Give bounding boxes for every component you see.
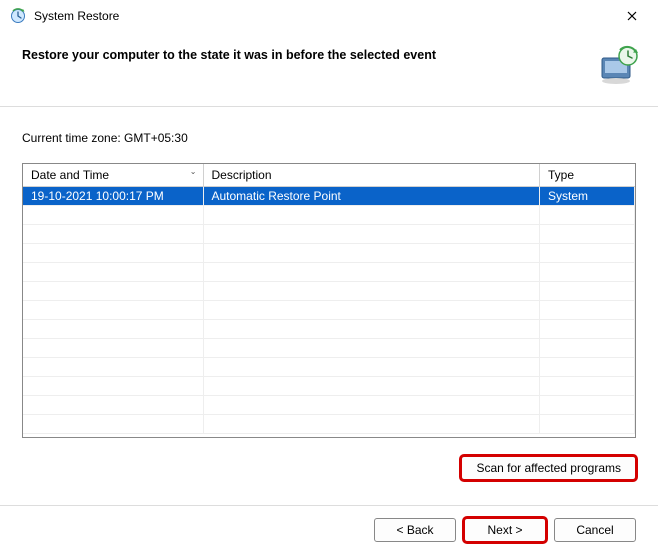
cell-desc: Automatic Restore Point (203, 187, 540, 206)
next-button[interactable]: Next > (464, 518, 546, 542)
window-title: System Restore (34, 9, 609, 23)
table-row: . (23, 282, 635, 301)
table-row: . (23, 377, 635, 396)
footer: < Back Next > Cancel (0, 505, 658, 558)
titlebar: System Restore (0, 0, 658, 32)
restore-icon (10, 8, 26, 24)
table-row: . (23, 225, 635, 244)
table-row: . (23, 263, 635, 282)
restore-points-table[interactable]: Date and Time ⌄ Description Type 19-10-2… (22, 163, 636, 438)
back-button[interactable]: < Back (374, 518, 456, 542)
scan-row: Scan for affected programs (22, 456, 636, 480)
cell-date: 19-10-2021 10:00:17 PM (23, 187, 203, 206)
table-row: . (23, 415, 635, 434)
page-heading: Restore your computer to the state it wa… (22, 44, 584, 62)
column-date[interactable]: Date and Time ⌄ (23, 164, 203, 187)
table-row: . (23, 301, 635, 320)
close-button[interactable] (609, 1, 654, 31)
table-row: . (23, 396, 635, 415)
table-row: . (23, 358, 635, 377)
cell-type: System (540, 187, 635, 206)
table-row: . (23, 339, 635, 358)
content-area: Current time zone: GMT+05:30 Date and Ti… (0, 106, 658, 490)
cancel-button[interactable]: Cancel (554, 518, 636, 542)
table-row: . (23, 244, 635, 263)
table-row[interactable]: 19-10-2021 10:00:17 PM Automatic Restore… (23, 187, 635, 206)
close-icon (627, 11, 637, 21)
column-description[interactable]: Description (203, 164, 540, 187)
restore-large-icon (596, 44, 640, 88)
timezone-label: Current time zone: GMT+05:30 (22, 131, 636, 145)
sort-desc-icon: ⌄ (190, 167, 197, 176)
header-row: Restore your computer to the state it wa… (0, 32, 658, 106)
table-row: . (23, 206, 635, 225)
table-row: . (23, 320, 635, 339)
column-type[interactable]: Type (540, 164, 635, 187)
table-header-row[interactable]: Date and Time ⌄ Description Type (23, 164, 635, 187)
scan-affected-button[interactable]: Scan for affected programs (461, 456, 636, 480)
